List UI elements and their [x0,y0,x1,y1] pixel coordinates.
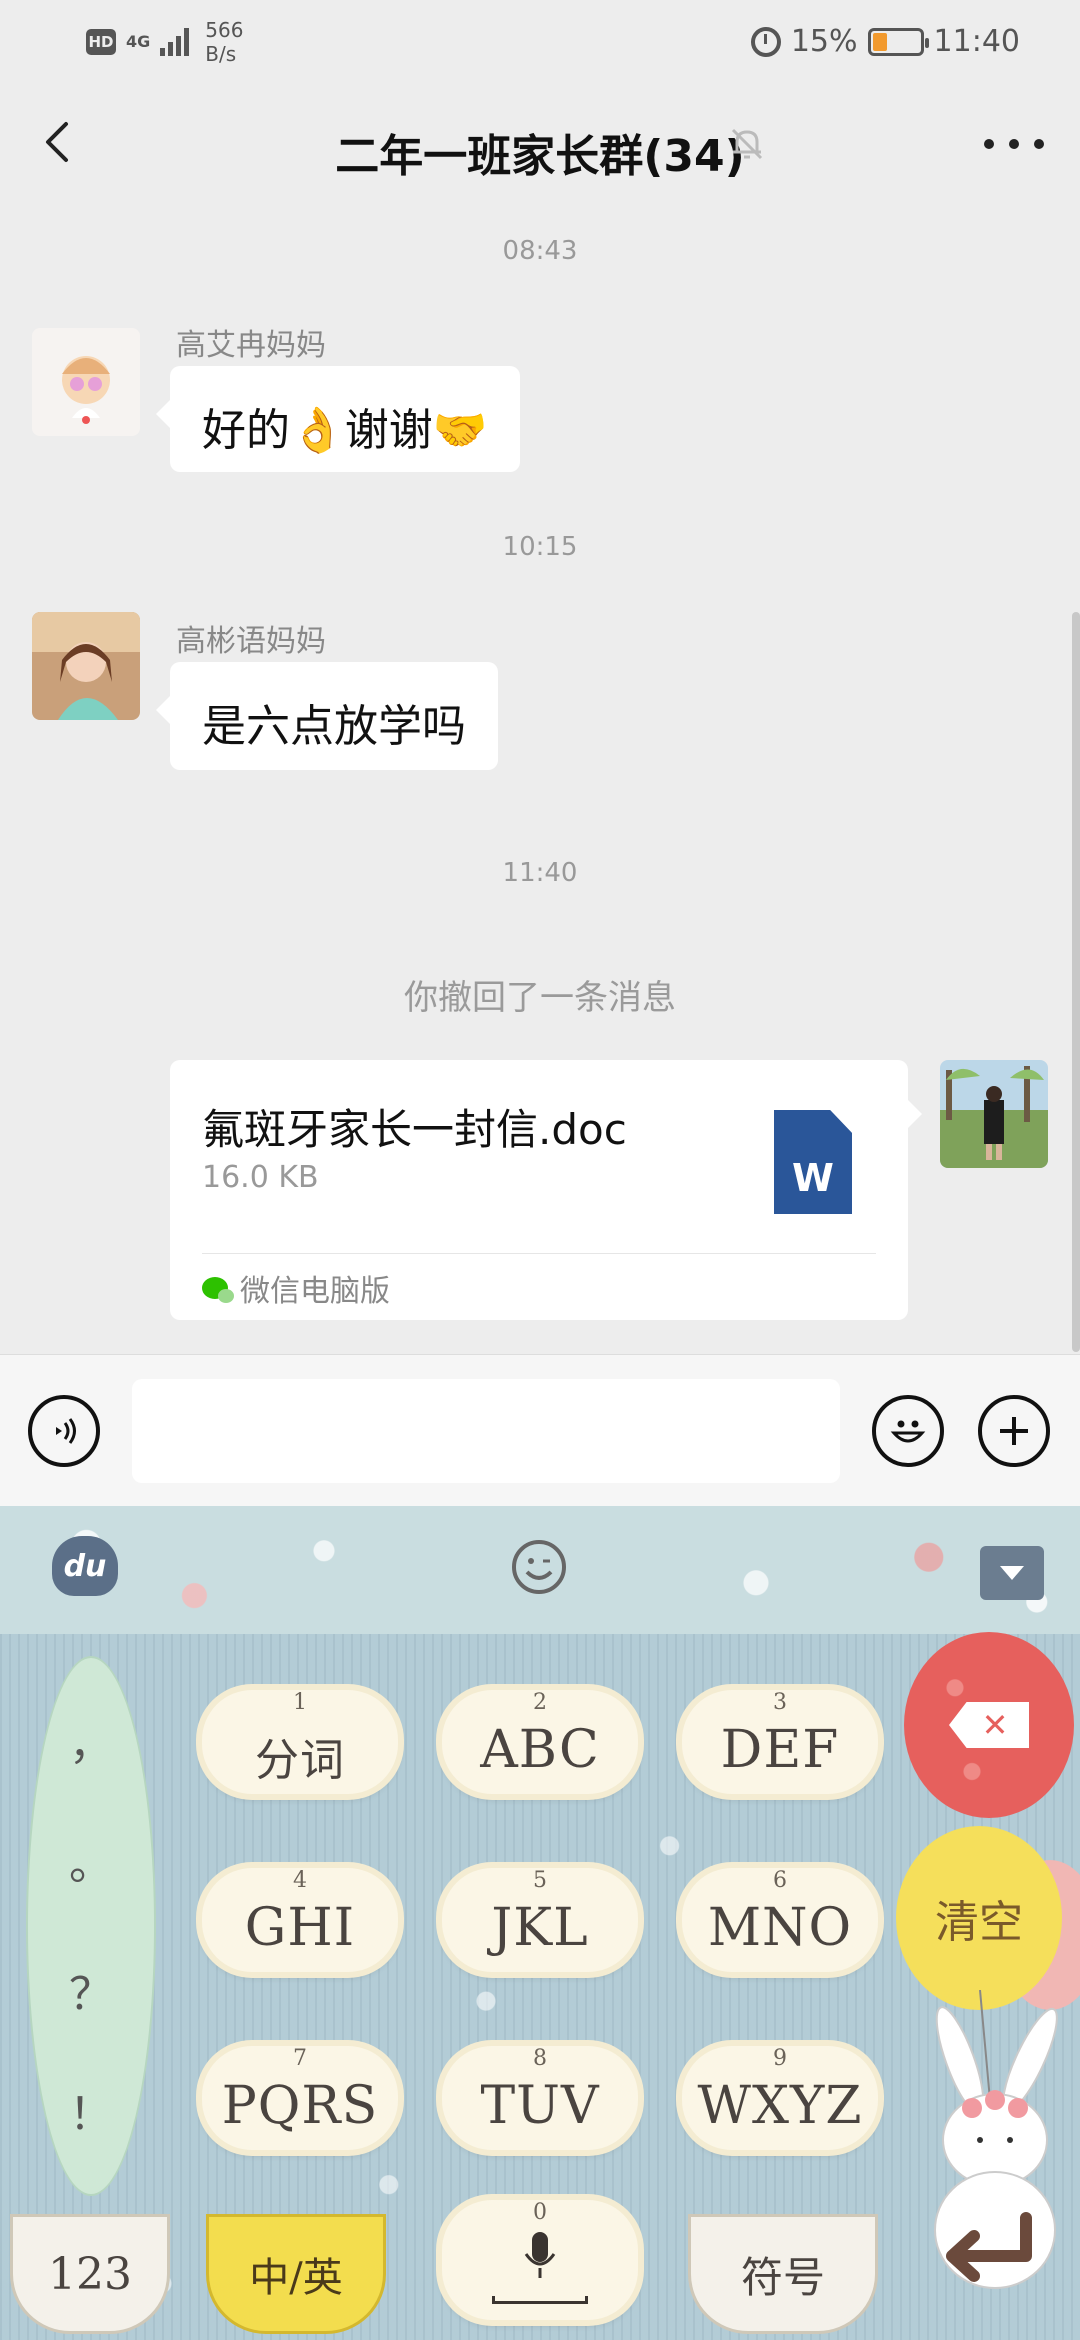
signal-icon [160,28,190,56]
more-functions-button[interactable] [978,1395,1050,1467]
lang-switch-key[interactable]: 中/英 [206,2214,386,2334]
avatar-self[interactable] [940,1060,1048,1168]
alarm-icon [750,26,781,57]
timestamp: 11:40 [502,858,578,888]
sender-name: 高艾冉妈妈 [176,328,326,363]
punct-exclaim-key[interactable]: ！ [28,2078,154,2142]
message-bubble[interactable]: 是六点放学吗 [156,662,498,770]
delete-key[interactable]: ✕ [904,1632,1074,1818]
key-7-pqrs[interactable]: 7 PQRS [202,2046,398,2150]
punct-period-key[interactable]: 。 [28,1828,154,1892]
keyboard-emoji-icon[interactable] [510,1538,568,1596]
emoji-button[interactable] [872,1395,944,1467]
hd-icon: HD [86,29,116,55]
title-bar: 二年一班家长群(34) [0,80,1080,210]
key-1-fenci[interactable]: 1 分词 [202,1690,398,1794]
chat-title: 二年一班家长群(34) [335,131,745,182]
microphone-icon [524,2232,556,2278]
key-4-ghi[interactable]: 4 GHI [202,1868,398,1972]
keyboard-toolbar: du [0,1506,1080,1634]
word-doc-icon: W [774,1110,852,1214]
voice-icon [56,1418,76,1444]
network-type: 4G [126,32,151,51]
file-message-card[interactable]: 氟斑牙家长一封信.doc 16.0 KB W 微信电脑版 [170,1060,922,1320]
network-speed: 566 B/s [205,18,244,66]
punctuation-leaf: ， 。 ？ ！ [26,1656,156,2196]
wechat-icon [202,1277,234,1303]
punct-question-key[interactable]: ？ [28,1958,154,2022]
enter-key[interactable] [930,2200,1050,2300]
clock: 11:40 [933,24,1020,59]
key-6-mno[interactable]: 6 MNO [682,1868,878,1972]
space-bar-glyph [492,2296,588,2304]
recall-notice: 你撤回了一条消息 [404,978,676,1018]
message-input[interactable] [132,1379,840,1483]
backspace-icon: ✕ [949,1702,1029,1748]
input-bar [0,1354,1080,1506]
file-size: 16.0 KB [202,1160,319,1195]
file-name: 氟斑牙家长一封信.doc [202,1105,627,1154]
key-3-def[interactable]: 3 DEF [682,1690,878,1794]
space-key[interactable]: 0 [442,2200,638,2320]
timestamp: 10:15 [502,532,578,562]
timestamp: 08:43 [502,236,578,266]
punct-comma-key[interactable]: ， [28,1708,154,1772]
smiley-icon [890,1420,926,1443]
more-options-button[interactable] [984,124,1044,164]
collapse-keyboard-button[interactable] [980,1546,1044,1600]
key-2-abc[interactable]: 2 ABC [442,1690,638,1794]
baidu-input-logo[interactable]: du [52,1536,118,1596]
battery-percent: 15% [790,24,858,59]
battery-icon [867,27,929,56]
divider [202,1253,876,1254]
chat-scrollbar[interactable] [1072,612,1080,1352]
status-bar: HD 4G 566 B/s 15% 11:40 [0,0,1080,80]
plus-icon [1000,1417,1028,1445]
numeric-keyboard-key[interactable]: 123 [10,2214,170,2334]
symbols-key[interactable]: 符号 [688,2214,878,2334]
avatar-gao-airan-mom[interactable] [32,328,140,436]
file-source: 微信电脑版 [202,1266,390,1310]
mute-bell-icon [731,128,763,160]
sender-name: 高彬语妈妈 [176,624,326,659]
voice-input-button[interactable] [28,1395,100,1467]
avatar-gao-binyu-mom[interactable] [32,612,140,720]
key-5-jkl[interactable]: 5 JKL [442,1868,638,1972]
key-8-tuv[interactable]: 8 TUV [442,2046,638,2150]
message-bubble[interactable]: 好的👌谢谢🤝 [156,366,520,472]
source-label: 微信电脑版 [240,1274,390,1309]
clear-key[interactable]: 清空 [896,1826,1062,2010]
key-9-wxyz[interactable]: 9 WXYZ [682,2046,878,2150]
